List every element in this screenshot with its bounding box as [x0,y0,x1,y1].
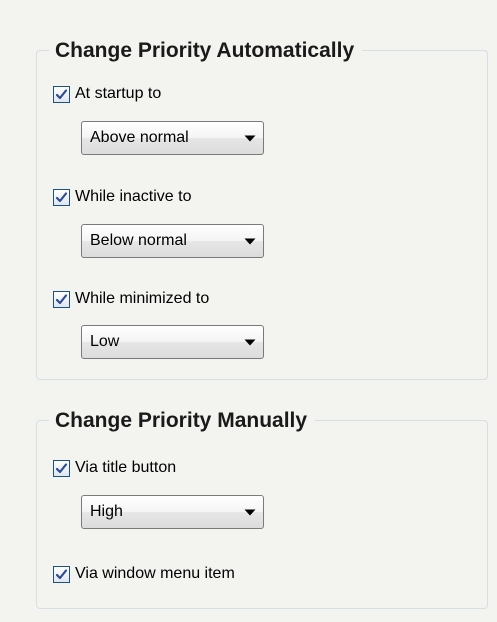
title-button-priority-value: High [90,503,123,520]
chevron-down-icon [237,339,263,346]
startup-priority-select[interactable]: Above normal [81,121,264,155]
auto-priority-group-title: Change Priority Automatically [49,31,363,71]
title-button-checkbox-row[interactable]: Via title button [53,457,176,479]
minimized-checkbox[interactable] [53,290,70,308]
inactive-checkbox[interactable] [53,188,70,206]
startup-checkbox[interactable] [53,85,70,103]
minimized-label: While minimized to [75,290,210,307]
window-menu-checkbox[interactable] [53,565,70,583]
checkmark-icon [55,191,68,202]
chevron-down-icon [237,135,263,142]
auto-priority-group: Change Priority Automatically At startup… [36,31,488,380]
title-button-priority-select[interactable]: High [81,495,264,529]
inactive-checkbox-row[interactable]: While inactive to [53,186,192,208]
window-menu-label: Via window menu item [75,565,235,582]
minimized-checkbox-row[interactable]: While minimized to [53,288,209,310]
title-button-label: Via title button [75,459,177,476]
title-button-checkbox[interactable] [53,459,70,477]
inactive-label: While inactive to [75,188,192,205]
startup-label: At startup to [75,85,162,102]
startup-checkbox-row[interactable]: At startup to [53,83,161,105]
checkmark-icon [55,462,68,473]
checkmark-icon [55,293,68,304]
inactive-priority-select[interactable]: Below normal [81,224,264,258]
chevron-down-icon [237,509,263,516]
startup-priority-value: Above normal [90,129,189,146]
minimized-priority-select[interactable]: Low [81,325,264,359]
checkmark-icon [55,568,68,579]
inactive-priority-value: Below normal [90,232,187,249]
manual-priority-group-title: Change Priority Manually [49,401,316,441]
checkmark-icon [55,88,68,99]
minimized-priority-value: Low [90,333,120,350]
chevron-down-icon [237,238,263,245]
window-menu-checkbox-row[interactable]: Via window menu item [53,563,235,585]
manual-priority-group: Change Priority Manually Via title butto… [36,401,488,609]
